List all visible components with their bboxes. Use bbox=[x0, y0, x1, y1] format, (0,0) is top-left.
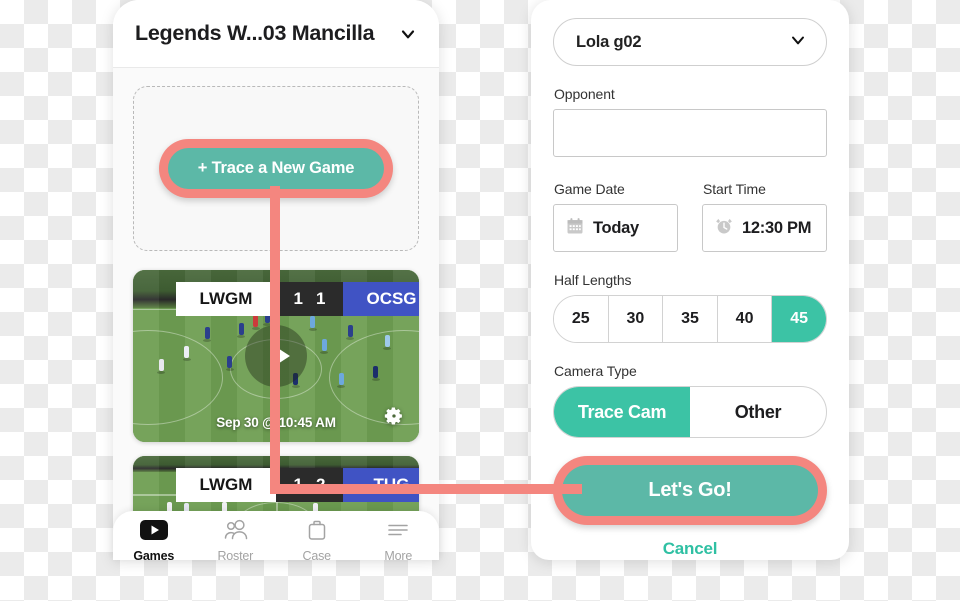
player-marker bbox=[321, 338, 327, 351]
new-game-form-panel: Lola g02 Opponent Game Date Today Start … bbox=[531, 0, 849, 560]
scoreboard: LWGM 1 1 OCSG bbox=[176, 282, 419, 316]
player-marker bbox=[310, 316, 316, 329]
bottom-tab-bar: Games Roster Case More bbox=[113, 511, 439, 560]
trace-new-game-button[interactable]: + Trace a New Game bbox=[167, 148, 385, 189]
hamburger-icon bbox=[383, 519, 413, 546]
start-time-value: 12:30 PM bbox=[742, 218, 812, 237]
gear-icon[interactable] bbox=[383, 405, 405, 432]
camera-type-label: Camera Type bbox=[554, 363, 637, 379]
calendar-icon bbox=[565, 216, 585, 241]
tab-roster[interactable]: Roster bbox=[195, 511, 277, 560]
team-select[interactable]: Lola g02 bbox=[553, 18, 827, 66]
half-lengths-label: Half Lengths bbox=[554, 272, 632, 288]
half-length-option-25[interactable]: 25 bbox=[554, 296, 609, 342]
half-length-option-45[interactable]: 45 bbox=[772, 296, 826, 342]
scoreboard-home-team: LWGM bbox=[176, 282, 276, 316]
player-marker bbox=[204, 326, 210, 339]
tab-games[interactable]: Games bbox=[113, 511, 195, 560]
scoreboard-home-team: LWGM bbox=[176, 468, 276, 502]
primary-action-row: Let's Go! bbox=[553, 456, 827, 525]
camera-type-option-other[interactable]: Other bbox=[690, 387, 826, 437]
play-video-icon bbox=[139, 519, 169, 546]
player-marker bbox=[338, 373, 344, 386]
briefcase-icon bbox=[302, 519, 332, 546]
scoreboard-away-team: OCSG bbox=[343, 282, 419, 316]
half-length-option-40[interactable]: 40 bbox=[717, 296, 773, 342]
connector-line-vertical bbox=[270, 186, 280, 494]
game-date-value: Today bbox=[593, 218, 639, 237]
camera-type-segmented-control: Trace Cam Other bbox=[553, 386, 827, 438]
player-marker bbox=[227, 356, 233, 368]
page-title: Legends W...03 Mancilla bbox=[135, 21, 375, 45]
score-home: 1 bbox=[293, 289, 303, 308]
game-date-field[interactable]: Today bbox=[553, 204, 678, 252]
score-away: 1 bbox=[316, 289, 326, 308]
player-marker bbox=[384, 335, 390, 348]
chevron-down-icon[interactable] bbox=[397, 23, 419, 45]
player-marker bbox=[184, 345, 190, 358]
camera-type-option-trace-cam[interactable]: Trace Cam bbox=[554, 387, 690, 437]
half-lengths-segmented-control: 25 30 35 40 45 bbox=[553, 295, 827, 343]
tab-games-label: Games bbox=[133, 549, 175, 560]
opponent-input[interactable] bbox=[553, 109, 827, 157]
player-marker bbox=[347, 325, 353, 338]
connector-line-horizontal bbox=[270, 484, 582, 494]
player-marker bbox=[238, 323, 244, 336]
start-time-label: Start Time bbox=[703, 181, 766, 197]
player-marker bbox=[253, 314, 259, 327]
chevron-down-icon bbox=[788, 30, 808, 55]
alarm-clock-icon bbox=[714, 216, 734, 241]
start-time-field[interactable]: 12:30 PM bbox=[702, 204, 827, 252]
player-marker bbox=[373, 366, 379, 379]
lets-go-button[interactable]: Let's Go! bbox=[562, 465, 818, 516]
team-select-value: Lola g02 bbox=[576, 32, 642, 51]
tab-roster-label: Roster bbox=[217, 549, 254, 560]
scoreboard-score: 1 1 bbox=[276, 282, 343, 316]
phone-header: Legends W...03 Mancilla bbox=[113, 0, 439, 68]
people-icon bbox=[220, 519, 250, 546]
cancel-button[interactable]: Cancel bbox=[553, 539, 827, 559]
player-marker bbox=[158, 359, 164, 372]
tab-more[interactable]: More bbox=[358, 511, 440, 560]
opponent-label: Opponent bbox=[554, 86, 615, 102]
game-date-label: Game Date bbox=[554, 181, 625, 197]
tab-case-label: Case bbox=[302, 549, 332, 560]
lets-go-highlight-ring: Let's Go! bbox=[553, 456, 827, 525]
tab-more-label: More bbox=[384, 549, 413, 560]
half-length-option-30[interactable]: 30 bbox=[608, 296, 664, 342]
tab-case[interactable]: Case bbox=[276, 511, 358, 560]
half-length-option-35[interactable]: 35 bbox=[663, 296, 718, 342]
